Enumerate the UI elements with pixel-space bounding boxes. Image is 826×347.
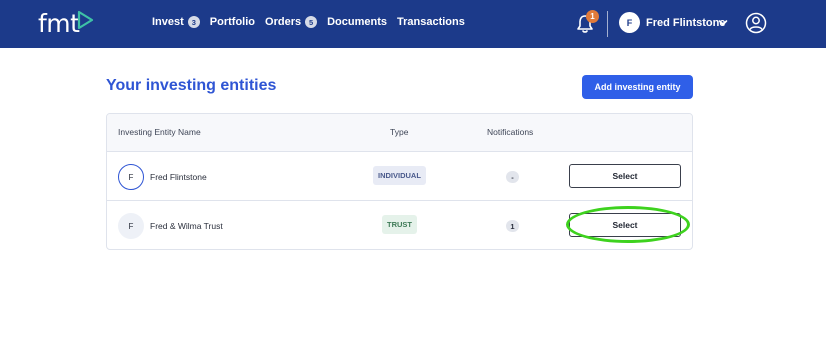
notification-count: 1	[506, 220, 519, 232]
table-row: F Fred & Wilma Trust TRUST 1 Select	[107, 201, 692, 249]
nav-item-label: Orders	[265, 16, 302, 28]
entity-avatar: F	[118, 213, 144, 239]
column-header-name: Investing Entity Name	[118, 127, 201, 137]
nav-item-transactions[interactable]: Transactions	[397, 16, 465, 28]
column-header-notifications: Notifications	[487, 127, 534, 137]
nav-item-invest[interactable]: Invest 3	[152, 16, 200, 28]
nav-item-label: Portfolio	[209, 16, 256, 28]
entity-name: Fred Flintstone	[150, 172, 207, 182]
brand-logo[interactable]: fmt	[38, 10, 94, 38]
entities-table: Investing Entity Name Type Notifications…	[106, 113, 693, 250]
header-divider	[607, 11, 608, 37]
nav-item-label: Documents	[327, 16, 387, 28]
nav-item-label: Transactions	[397, 16, 465, 28]
user-avatar[interactable]: F	[619, 12, 640, 33]
table-header: Investing Entity Name Type Notifications	[107, 114, 692, 152]
chevron-down-icon[interactable]	[717, 17, 729, 29]
page-title: Your investing entities	[106, 77, 277, 94]
nav-item-portfolio[interactable]: Portfolio	[210, 16, 255, 28]
user-name[interactable]: Fred Flintstone	[646, 17, 725, 29]
logo-text: fmt	[38, 9, 80, 38]
select-button[interactable]: Select	[569, 213, 681, 237]
invest-count-badge: 3	[187, 16, 200, 28]
nav-item-documents[interactable]: Documents	[327, 16, 387, 28]
nav-item-orders[interactable]: Orders 5	[265, 16, 318, 28]
main-nav: Invest 3 Portfolio Orders 5 Documents Tr…	[152, 16, 475, 28]
column-header-type: Type	[390, 127, 409, 137]
nav-item-label: Invest	[152, 16, 184, 28]
entity-type-badge: INDIVIDUAL	[373, 166, 426, 185]
account-icon[interactable]	[745, 12, 767, 34]
select-button[interactable]: Select	[569, 164, 681, 188]
play-icon	[78, 10, 94, 30]
top-navbar: fmt Invest 3 Portfolio Orders 5 Document…	[0, 0, 826, 48]
entity-type-badge: TRUST	[382, 215, 417, 234]
table-row: F Fred Flintstone INDIVIDUAL - Select	[107, 152, 692, 201]
orders-count-badge: 5	[305, 16, 318, 28]
entity-avatar: F	[118, 164, 144, 190]
entity-name: Fred & Wilma Trust	[150, 221, 223, 231]
notification-count-badge: 1	[586, 10, 599, 23]
notification-count: -	[506, 171, 519, 183]
add-investing-entity-button[interactable]: Add investing entity	[582, 75, 693, 99]
